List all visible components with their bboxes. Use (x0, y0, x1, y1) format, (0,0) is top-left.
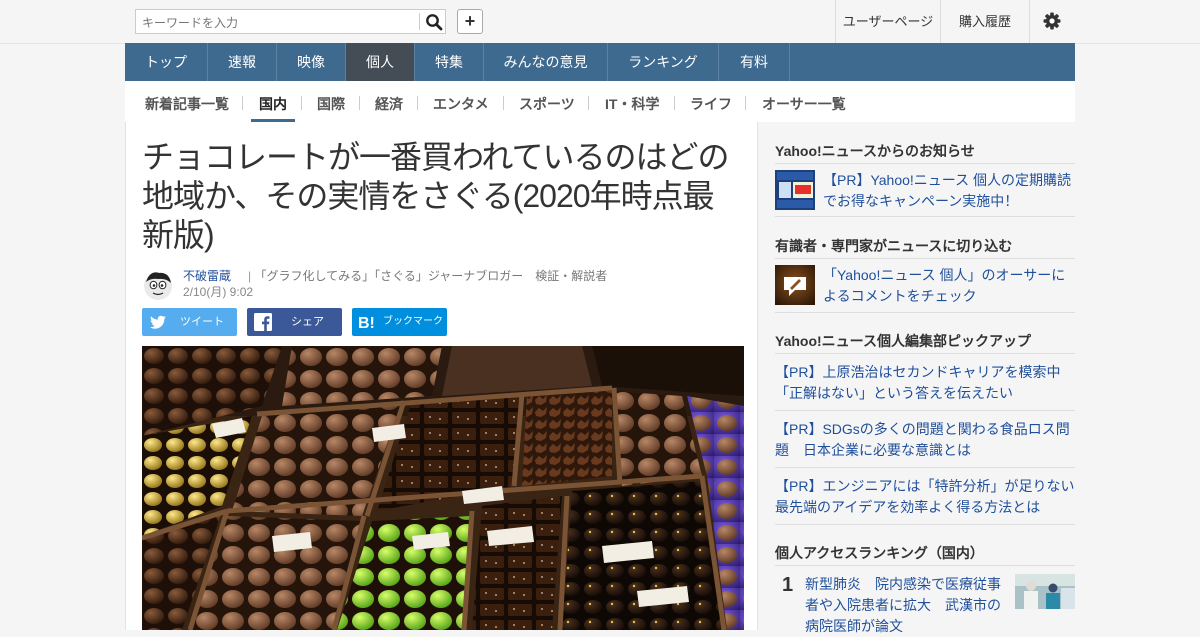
search-box (135, 9, 446, 34)
facebook-share-button[interactable]: シェア (247, 308, 342, 336)
notice-link[interactable]: 【PR】Yahoo!ニュース 個人の定期購読でお得なキャンペーン実施中！ (823, 170, 1075, 212)
share-label: シェア (291, 316, 324, 328)
subnav-divider (674, 96, 675, 110)
subnav-divider (588, 96, 589, 110)
settings-button[interactable] (1029, 0, 1075, 43)
gear-icon (1043, 12, 1061, 30)
pickup-link-2[interactable]: 【PR】SDGsの多くの問題と関わる食品ロス問題 日本企業に必要な意識とは (775, 419, 1075, 461)
divider (775, 353, 1075, 354)
subnav-divider (242, 96, 243, 110)
author-description: | 「グラフ化してみる」「さぐる」ジャーナブロガー 検証・解説者 (248, 269, 608, 283)
campaign-thumbnail[interactable] (775, 170, 815, 210)
subnav-divider (503, 96, 504, 110)
subnav-item-international[interactable]: 国際 (317, 94, 345, 114)
subnav-item-it-science[interactable]: IT・科学 (605, 94, 659, 114)
divider (775, 216, 1075, 217)
search-icon[interactable] (425, 13, 443, 31)
author-name-link[interactable]: 不破雷蔵 (183, 267, 231, 284)
divider (775, 467, 1075, 468)
pickup-link-3[interactable]: 【PR】エンジニアには「特許分析」が足りない 最先端のアイデアを効率よく得る方法… (775, 476, 1088, 518)
user-page-link[interactable]: ユーザーページ (835, 0, 940, 43)
bookmark-label: ブックマーク (383, 316, 443, 327)
facebook-icon (254, 313, 272, 331)
article-date: 2/10(月) 9:02 (183, 285, 254, 299)
main-nav: トップ 速報 映像 個人 特集 みんなの意見 ランキング 有料 (125, 43, 1075, 81)
nav-item-personal[interactable]: 個人 (346, 43, 415, 81)
author-description-text: 「グラフ化してみる」「さぐる」ジャーナブロガー 検証・解説者 (254, 269, 608, 283)
subnav-item-economy[interactable]: 経済 (375, 94, 403, 114)
subnav-divider (745, 96, 746, 110)
comment-icon[interactable] (775, 265, 815, 305)
divider (775, 258, 1075, 259)
article-main: チョコレートが一番買われているのはどの地域か、その実情をさぐる(2020年時点最… (125, 122, 758, 630)
subnav-item-domestic[interactable]: 国内 (259, 94, 287, 114)
sidebar: Yahoo!ニュースからのお知らせ 【PR】Yahoo!ニュース 個人の定期購読… (758, 122, 1088, 634)
hatena-bookmark-button[interactable]: B! ブックマーク (352, 308, 447, 336)
sub-nav: 新着記事一覧 国内 国際 経済 エンタメ スポーツ IT・科学 ライフ オーサー… (125, 81, 1075, 122)
search-divider (419, 13, 420, 30)
subnav-item-sports[interactable]: スポーツ (519, 94, 575, 114)
ranking-link-1[interactable]: 新型肺炎 院内感染で医療従事者や入院患者に拡大 武漢市の病院医師が論文 (805, 574, 1010, 637)
purchase-history-link[interactable]: 購入履歴 (940, 0, 1029, 43)
pickup-heading: Yahoo!ニュース個人編集部ピックアップ (775, 333, 1031, 349)
divider (775, 312, 1075, 313)
subnav-item-latest[interactable]: 新着記事一覧 (145, 94, 229, 114)
tweet-button[interactable]: ツイート (142, 308, 237, 336)
svg-text:B!: B! (358, 315, 375, 332)
header-links: ユーザーページ 購入履歴 (835, 0, 1075, 43)
plus-icon: + (464, 11, 476, 31)
nav-item-paid[interactable]: 有料 (719, 43, 790, 81)
author-avatar[interactable] (142, 268, 174, 300)
nav-item-ranking[interactable]: ランキング (608, 43, 719, 81)
divider (775, 524, 1075, 525)
subnav-item-entertainment[interactable]: エンタメ (433, 94, 489, 114)
divider (775, 410, 1075, 411)
subnav-divider (417, 96, 418, 110)
article-photo (142, 346, 744, 630)
rank-number: 1 (782, 574, 794, 596)
nav-item-top[interactable]: トップ (125, 43, 208, 81)
twitter-icon (150, 315, 166, 329)
hatena-icon: B! (358, 315, 375, 332)
pickup-link-1[interactable]: 【PR】上原浩治はセカンドキャリアを模索中「正解はない」という答えを伝えたい (775, 362, 1075, 404)
add-button[interactable]: + (457, 9, 483, 34)
divider (775, 565, 1075, 566)
subnav-item-life[interactable]: ライフ (690, 94, 732, 114)
ranking-thumbnail[interactable] (1015, 574, 1075, 609)
subnav-divider (359, 96, 360, 110)
experts-heading: 有識者・専門家がニュースに切り込む (775, 238, 1013, 254)
nav-item-video[interactable]: 映像 (277, 43, 346, 81)
subnav-divider (301, 96, 302, 110)
nav-item-features[interactable]: 特集 (415, 43, 484, 81)
divider (775, 163, 1075, 164)
ranking-heading: 個人アクセスランキング（国内） (775, 545, 984, 561)
subnav-item-authors[interactable]: オーサー一覧 (762, 94, 846, 114)
tweet-label: ツイート (180, 316, 224, 328)
nav-item-breaking[interactable]: 速報 (208, 43, 277, 81)
notice-heading: Yahoo!ニュースからのお知らせ (775, 143, 975, 159)
nav-item-opinions[interactable]: みんなの意見 (484, 43, 608, 81)
article-title: チョコレートが一番買われているのはどの地域か、その実情をさぐる(2020年時点最… (142, 139, 729, 253)
search-input[interactable] (140, 11, 422, 34)
experts-link[interactable]: 「Yahoo!ニュース 個人」のオーサーによるコメントをチェック (823, 265, 1075, 307)
